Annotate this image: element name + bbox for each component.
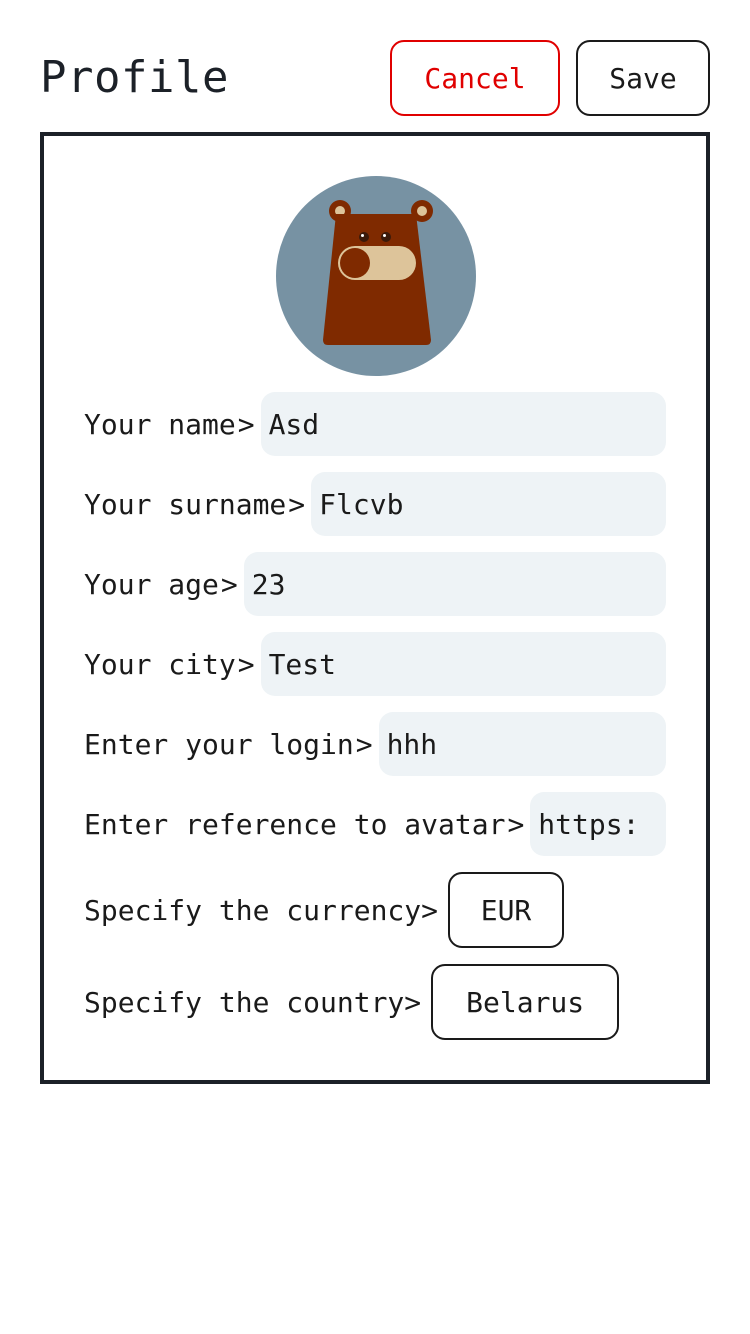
name-row: Your name > Asd	[84, 392, 666, 456]
profile-card: Your name > Asd Your surname > Flcvb You…	[40, 132, 710, 1084]
city-input[interactable]: Test	[260, 632, 666, 696]
chevron-right-icon: >	[237, 407, 255, 441]
avatar-ref-input[interactable]: https:	[530, 792, 666, 856]
name-label: Your name	[84, 407, 236, 441]
name-input[interactable]: Asd	[260, 392, 666, 456]
bear-nose	[340, 248, 370, 278]
chevron-right-icon: >	[421, 893, 439, 927]
chevron-right-icon: >	[355, 727, 373, 761]
country-select[interactable]: Belarus	[431, 964, 620, 1040]
cancel-button[interactable]: Cancel	[390, 40, 560, 116]
chevron-right-icon: >	[507, 807, 525, 841]
country-row: Specify the country > Belarus	[84, 964, 666, 1040]
avatar-ref-label: Enter reference to avatar	[84, 807, 506, 841]
age-input[interactable]: 23	[243, 552, 666, 616]
age-label: Your age	[84, 567, 219, 601]
surname-label: Your surname	[84, 487, 287, 521]
surname-row: Your surname > Flcvb	[84, 472, 666, 536]
age-row: Your age > 23	[84, 552, 666, 616]
login-input[interactable]: hhh	[378, 712, 666, 776]
currency-label: Specify the currency	[84, 893, 422, 927]
currency-select[interactable]: EUR	[448, 872, 565, 948]
chevron-right-icon: >	[404, 985, 422, 1019]
city-row: Your city > Test	[84, 632, 666, 696]
page-title: Profile	[40, 52, 229, 103]
bear-eye-right	[381, 232, 391, 242]
chevron-right-icon: >	[288, 487, 306, 521]
surname-input[interactable]: Flcvb	[311, 472, 666, 536]
header: Profile Cancel Save	[40, 40, 710, 116]
currency-row: Specify the currency > EUR	[84, 872, 666, 948]
login-row: Enter your login > hhh	[84, 712, 666, 776]
country-label: Specify the country	[84, 985, 405, 1019]
chevron-right-icon: >	[220, 567, 238, 601]
bear-eye-left	[359, 232, 369, 242]
chevron-right-icon: >	[237, 647, 255, 681]
save-button[interactable]: Save	[576, 40, 710, 116]
avatar-ref-row: Enter reference to avatar > https:	[84, 792, 666, 856]
city-label: Your city	[84, 647, 236, 681]
avatar[interactable]	[276, 176, 476, 376]
login-label: Enter your login	[84, 727, 354, 761]
